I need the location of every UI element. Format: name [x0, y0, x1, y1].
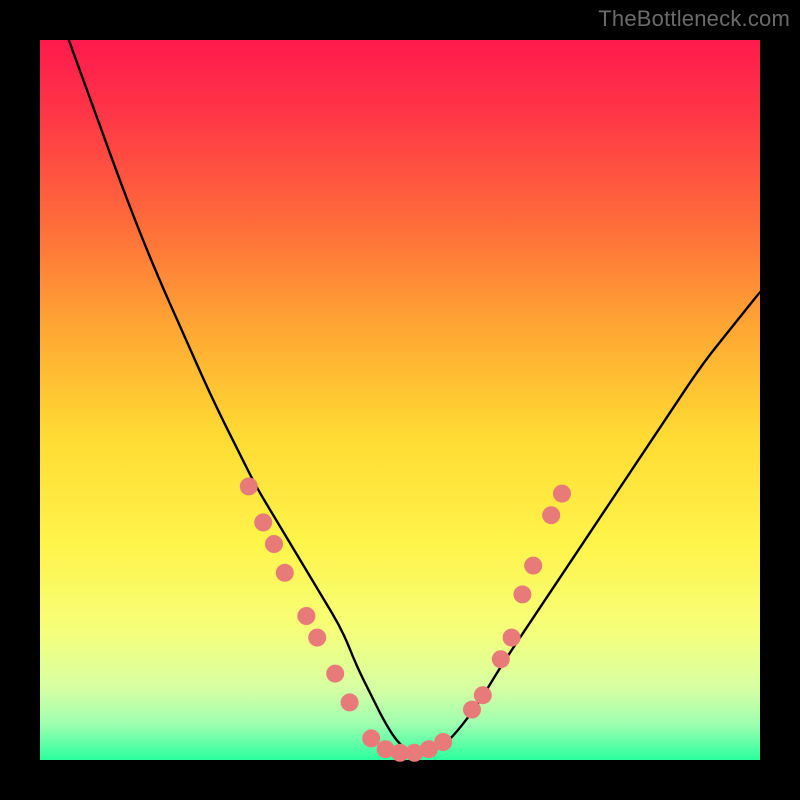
curve-dot — [362, 729, 380, 747]
curve-dot — [276, 564, 294, 582]
curve-dot — [341, 693, 359, 711]
plot-background — [40, 40, 760, 760]
curve-dot — [492, 650, 510, 668]
bottleneck-chart — [0, 0, 800, 800]
curve-dot — [326, 665, 344, 683]
curve-dot — [265, 535, 283, 553]
chart-frame: TheBottleneck.com — [0, 0, 800, 800]
curve-dot — [297, 607, 315, 625]
curve-dot — [542, 506, 560, 524]
curve-dot — [434, 733, 452, 751]
watermark-text: TheBottleneck.com — [598, 6, 790, 32]
curve-dot — [503, 629, 521, 647]
curve-dot — [463, 701, 481, 719]
curve-dot — [254, 513, 272, 531]
curve-dot — [240, 477, 258, 495]
curve-dot — [553, 485, 571, 503]
curve-dot — [524, 557, 542, 575]
curve-dot — [474, 686, 492, 704]
curve-dot — [513, 585, 531, 603]
curve-dot — [308, 629, 326, 647]
